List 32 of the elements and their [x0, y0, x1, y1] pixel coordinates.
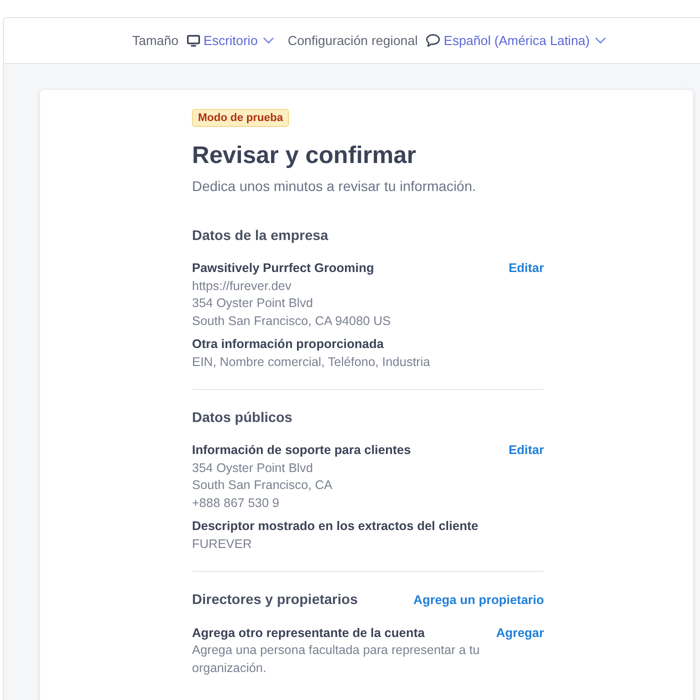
locale-dropdown[interactable]: Español (América Latina) — [426, 33, 606, 48]
item-title: Información de soporte para clientes — [192, 442, 412, 459]
detail-text: FUREVER — [192, 536, 253, 552]
page-subtitle: Dedica unos minutos a revisar tu información. — [192, 177, 478, 196]
item-title: Descriptor mostrado en los extractos del cliente — [192, 518, 480, 535]
item-title: Otra información proporcionada — [192, 336, 385, 353]
detail-text: EIN, Nombre comercial, Teléfono, Industria — [192, 354, 432, 370]
section-heading: Directores y propietarios — [192, 590, 358, 609]
chevron-down-icon — [262, 37, 274, 44]
detail-text: 354 Oyster Point Blvd — [192, 295, 314, 312]
detail-text: +888 867 530 9 — [192, 494, 280, 512]
detail-text: Agrega una persona facultada para representar a tu organización. — [192, 642, 481, 677]
chevron-down-icon — [594, 37, 606, 44]
item-action-link[interactable]: Editar — [508, 442, 544, 460]
item-title: Agrega otro representante de la cuenta — [192, 624, 426, 642]
speech-bubble-icon — [426, 34, 440, 47]
section-heading: Datos públicos — [192, 408, 292, 427]
size-label: Tamaño — [132, 33, 178, 48]
item-action-link[interactable]: Agregar — [496, 624, 544, 642]
detail-text: South San Francisco, CA — [192, 477, 334, 494]
add-owner-link[interactable]: Agrega un propietario — [413, 592, 544, 610]
monitor-icon — [186, 34, 200, 46]
page-title: Revisar y confirmar — [192, 141, 418, 171]
locale-label: Configuración regional — [288, 33, 418, 48]
size-dropdown[interactable]: Escritorio — [186, 33, 274, 48]
item-title: Pawsitively Purrfect Grooming — [192, 260, 375, 277]
detail-text: South San Francisco, CA 94080 US — [192, 312, 392, 330]
section-heading: Datos de la empresa — [192, 226, 328, 245]
detail-text: 354 Oyster Point Blvd — [192, 460, 314, 477]
item-action-link[interactable]: Editar — [508, 260, 544, 278]
test-mode-badge: Modo de prueba — [192, 109, 289, 127]
detail-text: https://furever.dev — [192, 278, 292, 295]
